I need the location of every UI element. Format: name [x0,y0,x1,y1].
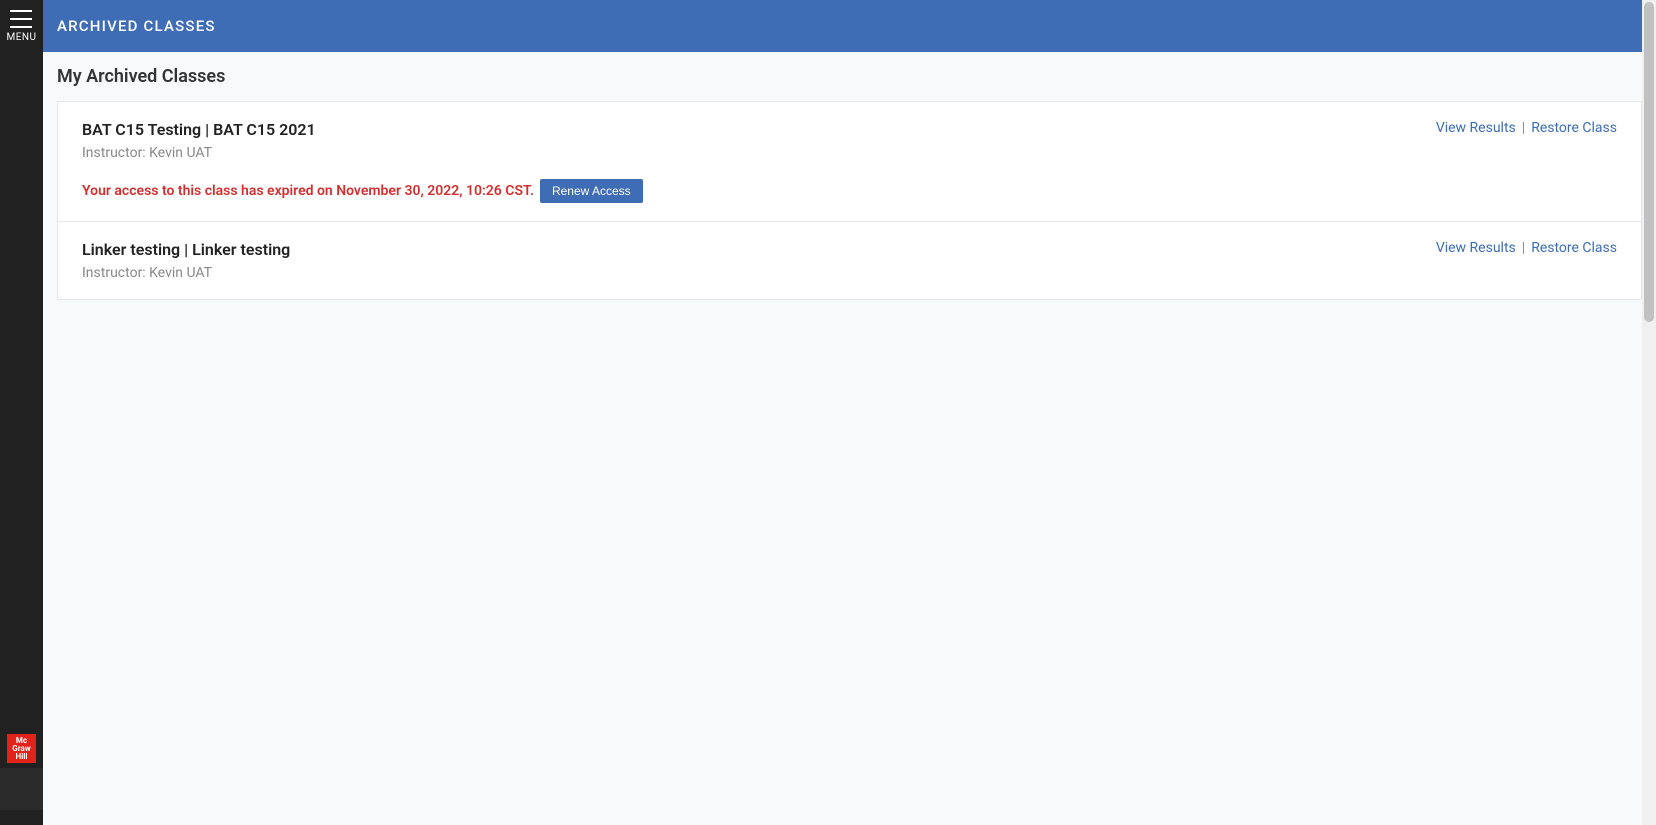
content: My Archived Classes BAT C15 Testing | BA… [43,52,1656,825]
classes-list: BAT C15 Testing | BAT C15 2021 Instructo… [57,101,1642,300]
view-results-link[interactable]: View Results [1436,120,1516,136]
section-title: My Archived Classes [57,66,1642,87]
class-title: BAT C15 Testing | BAT C15 2021 [82,120,1617,139]
class-title: Linker testing | Linker testing [82,240,1617,259]
view-results-link[interactable]: View Results [1436,240,1516,256]
sidebar: MENU Mc Graw Hill [0,0,43,825]
class-row: BAT C15 Testing | BAT C15 2021 Instructo… [58,102,1641,222]
expired-notice: Your access to this class has expired on… [82,179,1617,203]
sidebar-footer [0,768,43,810]
brand-logo: Mc Graw Hill [7,734,36,763]
class-instructor: Instructor: Kevin UAT [82,145,1617,161]
page-title: ARCHIVED CLASSES [57,17,216,35]
scrollbar-track[interactable] [1642,0,1656,825]
hamburger-icon [10,10,32,28]
class-row: Linker testing | Linker testing Instruct… [58,222,1641,299]
menu-button[interactable]: MENU [6,10,36,43]
restore-class-link[interactable]: Restore Class [1531,120,1617,136]
main-area: ARCHIVED CLASSES My Archived Classes BAT… [43,0,1656,825]
action-separator: | [1522,120,1525,136]
class-actions: View Results | Restore Class [1436,120,1617,136]
menu-label: MENU [6,32,36,43]
class-instructor: Instructor: Kevin UAT [82,265,1617,281]
action-separator: | [1522,240,1525,256]
restore-class-link[interactable]: Restore Class [1531,240,1617,256]
page-header: ARCHIVED CLASSES [43,0,1656,52]
class-actions: View Results | Restore Class [1436,240,1617,256]
scrollbar-thumb[interactable] [1644,2,1654,322]
renew-access-button[interactable]: Renew Access [540,179,643,203]
expired-text: Your access to this class has expired on… [82,183,534,199]
